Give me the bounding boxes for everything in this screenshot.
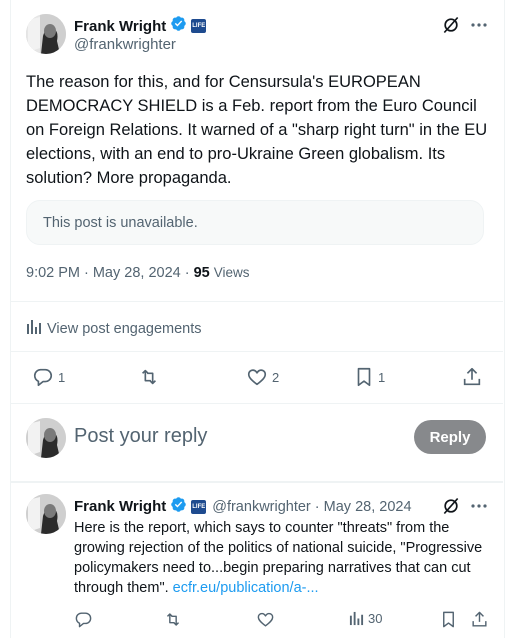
reply-submit-label: Reply [429, 428, 471, 446]
post-text: The reason for this, and for Censursula'… [26, 73, 488, 187]
views-button[interactable]: 30 [349, 611, 382, 626]
divider [10, 351, 503, 352]
reply-count: 1 [58, 369, 66, 385]
share-icon [461, 366, 483, 388]
like-button[interactable]: 2 [246, 366, 279, 388]
analytics-icon [349, 611, 364, 626]
retweet-button[interactable] [163, 610, 183, 629]
like-count: 2 [272, 369, 280, 385]
bookmark-icon [440, 610, 457, 629]
bookmark-count: 1 [378, 369, 386, 385]
reply-author-name[interactable]: Frank Wright [74, 498, 166, 515]
affiliation-badge[interactable]: LIFE [191, 19, 207, 33]
affiliation-badge[interactable]: LIFE [191, 499, 207, 514]
affiliation-badge-label: LIFE [192, 503, 206, 510]
avatar[interactable] [26, 494, 66, 534]
views-label: Views [213, 265, 250, 280]
bookmark-button[interactable] [440, 610, 457, 629]
author-handle[interactable]: @frankwrighter [74, 36, 176, 53]
share-icon [470, 610, 489, 629]
reply-icon [32, 366, 54, 388]
grok-icon[interactable] [441, 496, 461, 516]
meta-separator: · [84, 265, 89, 281]
more-icon[interactable] [470, 15, 488, 35]
post-time[interactable]: 9:02 PM [26, 265, 80, 281]
reply-text-block: Here is the report, which says to counte… [74, 518, 494, 598]
divider [10, 301, 503, 302]
share-button[interactable] [470, 610, 489, 629]
like-button[interactable] [256, 610, 275, 629]
avatar[interactable] [26, 14, 66, 54]
view-engagements-link[interactable]: View post engagements [26, 319, 202, 339]
retweet-icon [137, 366, 161, 388]
author-row: Frank Wright LIFE [74, 15, 207, 37]
reply-icon [74, 610, 93, 629]
grok-icon[interactable] [441, 15, 461, 35]
divider [10, 481, 503, 483]
reply-button[interactable]: 1 [32, 366, 65, 388]
share-button[interactable] [461, 366, 483, 388]
affiliation-badge-label: LIFE [192, 23, 206, 29]
unavailable-notice: This post is unavailable. [43, 215, 198, 231]
reply-handle-date[interactable]: @frankwrighter · May 28, 2024 [212, 499, 411, 515]
more-icon[interactable] [470, 496, 488, 516]
meta-separator: · [184, 265, 190, 281]
post-meta: 9:02 PM · May 28, 2024 · 95 Views [26, 265, 249, 281]
analytics-icon [26, 319, 42, 339]
retweet-button[interactable] [137, 366, 161, 388]
unavailable-post-card: This post is unavailable. [26, 200, 484, 245]
bookmark-icon [354, 366, 374, 388]
divider [10, 403, 503, 404]
reply-submit-button[interactable]: Reply [414, 420, 486, 454]
reply-button[interactable] [74, 610, 93, 629]
reply-author-row: Frank Wright LIFE @frankwrighter · May 2… [74, 496, 412, 517]
reply-link[interactable]: ecfr.eu/publication/a-... [173, 580, 319, 596]
reply-view-count: 30 [368, 611, 383, 626]
verified-badge-icon [170, 496, 187, 517]
engagements-label: View post engagements [47, 321, 202, 337]
bookmark-button[interactable]: 1 [354, 366, 385, 388]
like-icon [246, 366, 268, 388]
like-icon [256, 610, 275, 629]
author-name[interactable]: Frank Wright [74, 18, 166, 35]
verified-badge-icon [170, 15, 187, 37]
views-count: 95 [193, 265, 210, 281]
retweet-icon [163, 610, 183, 629]
avatar[interactable] [26, 418, 66, 458]
post-date[interactable]: May 28, 2024 [93, 265, 181, 281]
reply-input[interactable]: Post your reply [74, 425, 207, 448]
